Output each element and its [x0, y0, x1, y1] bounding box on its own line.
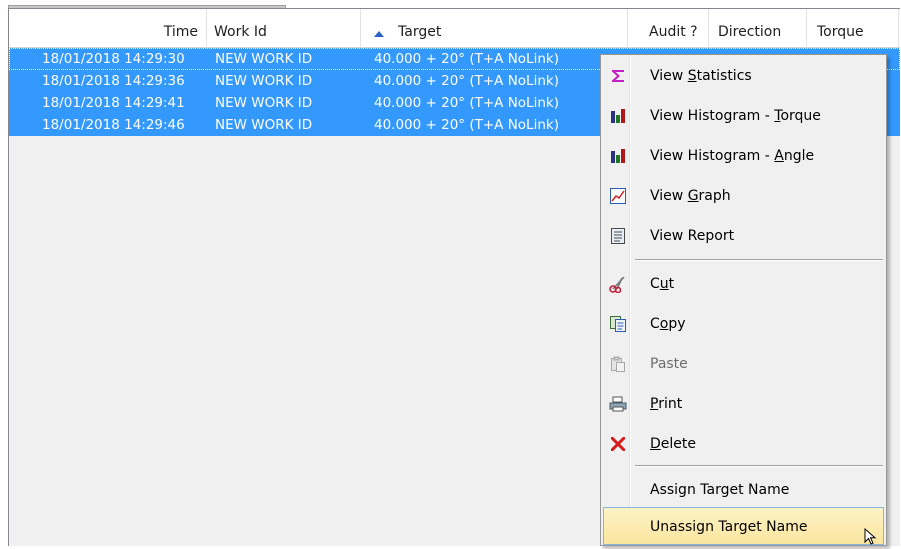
- menu-item-cut[interactable]: Cut: [603, 265, 884, 303]
- line-graph-icon: [609, 187, 627, 205]
- cell-work-id: NEW WORK ID: [215, 95, 313, 111]
- menu-item-label: Assign Target Name: [650, 482, 790, 498]
- histogram-icon: [609, 147, 627, 165]
- menu-item-label: View Histogram - Torque: [650, 108, 821, 124]
- menu-item-view-histogram-angle[interactable]: View Histogram - Angle: [603, 137, 884, 175]
- cell-work-id: NEW WORK ID: [215, 117, 313, 133]
- menu-item-label: Paste: [650, 356, 688, 372]
- grid-header: Time Work Id Target Audit ? Direction To…: [9, 9, 900, 48]
- menu-item-paste[interactable]: Paste: [603, 345, 884, 383]
- cell-work-id: NEW WORK ID: [215, 73, 313, 89]
- menu-item-label: View Histogram - Angle: [650, 148, 815, 164]
- sort-ascending-icon: [374, 31, 384, 37]
- cell-work-id: NEW WORK ID: [215, 51, 313, 67]
- menu-item-label: View Statistics: [650, 68, 752, 84]
- menu-item-label: Unassign Target Name: [650, 519, 808, 535]
- cell-target: 40.000 + 20° (T+A NoLink): [374, 73, 559, 89]
- report-icon: [609, 227, 627, 245]
- menu-item-copy[interactable]: Copy: [603, 305, 884, 343]
- copy-icon: [609, 315, 627, 333]
- context-menu: View Statistics View Histogram - Torque …: [600, 54, 887, 546]
- column-header-work-id[interactable]: Work Id: [207, 9, 361, 47]
- histogram-icon: [609, 107, 627, 125]
- scissors-icon: [609, 275, 627, 293]
- menu-item-label: Print: [650, 396, 683, 412]
- cell-target: 40.000 + 20° (T+A NoLink): [374, 117, 559, 133]
- menu-separator: [635, 259, 883, 261]
- column-header-torque[interactable]: Torque: [807, 9, 899, 47]
- cell-target: 40.000 + 20° (T+A NoLink): [374, 51, 559, 67]
- column-header-audit[interactable]: Audit ?: [628, 9, 709, 47]
- delete-x-icon: [609, 435, 627, 453]
- printer-icon: [609, 395, 627, 413]
- menu-item-view-report[interactable]: View Report: [603, 217, 884, 255]
- menu-separator: [635, 465, 883, 467]
- cell-time: 18/01/2018 14:29:46: [42, 117, 185, 133]
- column-header-target[interactable]: Target: [361, 9, 628, 47]
- menu-item-view-graph[interactable]: View Graph: [603, 177, 884, 215]
- menu-item-label: View Report: [650, 228, 735, 244]
- menu-item-label: View Graph: [650, 188, 731, 204]
- column-header-direction[interactable]: Direction: [709, 9, 807, 47]
- menu-item-unassign-target-name[interactable]: Unassign Target Name: [603, 507, 884, 545]
- cell-time: 18/01/2018 14:29:36: [42, 73, 185, 89]
- sigma-icon: [609, 67, 627, 85]
- cell-time: 18/01/2018 14:29:41: [42, 95, 185, 111]
- menu-item-delete[interactable]: Delete: [603, 425, 884, 463]
- menu-item-view-statistics[interactable]: View Statistics: [603, 57, 884, 95]
- menu-item-label: Delete: [650, 436, 696, 452]
- column-header-time[interactable]: Time: [9, 9, 207, 47]
- menu-item-print[interactable]: Print: [603, 385, 884, 423]
- menu-item-assign-target-name[interactable]: Assign Target Name: [603, 471, 884, 509]
- menu-item-view-histogram-torque[interactable]: View Histogram - Torque: [603, 97, 884, 135]
- menu-item-label: Copy: [650, 316, 686, 332]
- paste-icon: [609, 355, 627, 373]
- menu-item-label: Cut: [650, 276, 675, 292]
- cell-time: 18/01/2018 14:29:30: [42, 51, 185, 67]
- cell-target: 40.000 + 20° (T+A NoLink): [374, 95, 559, 111]
